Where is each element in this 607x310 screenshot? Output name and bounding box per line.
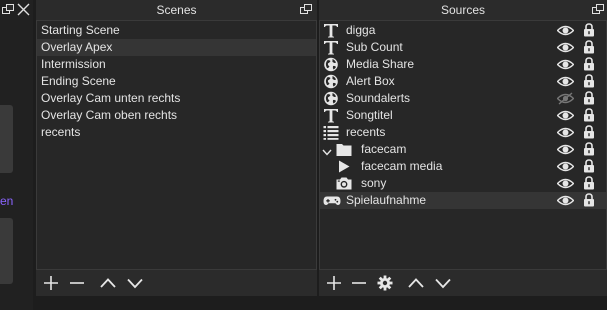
globe-icon <box>323 57 339 72</box>
move-down-icon[interactable] <box>435 275 451 291</box>
lock-icon[interactable] <box>583 23 595 37</box>
source-item-label: Media Share <box>346 57 415 71</box>
eye-icon[interactable] <box>556 58 575 71</box>
source-item[interactable]: facecam <box>320 141 606 158</box>
scene-item[interactable]: Starting Scene <box>37 22 316 39</box>
eye-icon[interactable] <box>556 109 575 122</box>
scenes-toolbar <box>36 270 317 296</box>
add-icon[interactable] <box>326 275 342 291</box>
globe-icon <box>323 74 339 89</box>
source-item[interactable]: digga <box>320 22 606 39</box>
lock-icon[interactable] <box>583 108 595 122</box>
lock-icon[interactable] <box>583 125 595 139</box>
gear-icon[interactable] <box>377 275 393 291</box>
left-dock-strip: en <box>0 0 33 310</box>
lock-icon[interactable] <box>583 159 595 173</box>
left-panel-card <box>0 218 13 284</box>
lock-icon[interactable] <box>583 193 595 207</box>
sources-toolbar <box>319 270 607 296</box>
scene-item[interactable]: recents <box>37 124 316 141</box>
lock-icon[interactable] <box>583 57 595 71</box>
scene-item-label: Intermission <box>41 57 106 71</box>
eye-icon[interactable] <box>556 160 575 173</box>
eye-icon[interactable] <box>556 24 575 37</box>
scene-item-label: Overlay Cam unten rechts <box>41 91 181 105</box>
float-dock-icon[interactable] <box>2 4 14 15</box>
eye-icon[interactable] <box>556 177 575 190</box>
source-item[interactable]: Spielaufnahme <box>320 192 606 209</box>
lock-icon[interactable] <box>583 74 595 88</box>
scenes-list[interactable]: Starting Scene Overlay Apex Intermission En… <box>36 20 317 270</box>
source-item-label: sony <box>361 176 387 190</box>
text-icon <box>323 108 339 123</box>
scene-item-label: Overlay Apex <box>41 40 113 54</box>
scene-item-label: Ending Scene <box>41 74 116 88</box>
scenes-dock-header: Scenes <box>36 0 317 20</box>
left-panel-card <box>0 105 13 173</box>
move-down-icon[interactable] <box>127 275 143 291</box>
source-item[interactable]: Soundalerts <box>320 90 606 107</box>
play-icon <box>336 159 352 174</box>
lock-icon[interactable] <box>583 176 595 190</box>
source-item-label: digga <box>346 23 376 37</box>
float-dock-icon[interactable] <box>592 4 604 15</box>
source-item-label: Sub Count <box>346 40 403 54</box>
text-icon <box>323 40 339 55</box>
source-item[interactable]: Sub Count <box>320 39 606 56</box>
scene-item[interactable]: Overlay Cam unten rechts <box>37 90 316 107</box>
sources-list[interactable]: digga Sub Count Media Share Alert Box Sounda… <box>319 20 607 270</box>
text-icon <box>323 23 339 38</box>
source-item-label: Soundalerts <box>346 91 411 105</box>
scene-item[interactable]: Intermission <box>37 56 316 73</box>
eye-icon[interactable] <box>556 194 575 207</box>
lock-icon[interactable] <box>583 40 595 54</box>
eye-icon[interactable] <box>556 75 575 88</box>
source-item[interactable]: Alert Box <box>320 73 606 90</box>
list-icon <box>323 125 339 140</box>
source-item-label: Spielaufnahme <box>346 193 427 207</box>
float-dock-icon[interactable] <box>300 4 312 15</box>
add-icon[interactable] <box>43 275 59 291</box>
source-item-label: Alert Box <box>346 74 395 88</box>
source-item[interactable]: sony <box>320 175 606 192</box>
lock-icon[interactable] <box>583 142 595 156</box>
scene-item-label: Overlay Cam oben rechts <box>41 108 178 122</box>
sources-title: Sources <box>440 3 486 17</box>
folder-icon <box>336 142 352 157</box>
globe-icon <box>323 91 339 106</box>
move-up-icon[interactable] <box>408 275 424 291</box>
source-item[interactable]: Media Share <box>320 56 606 73</box>
remove-icon[interactable] <box>69 275 85 291</box>
source-item-label: facecam media <box>361 159 443 173</box>
scene-item[interactable]: Overlay Apex <box>37 39 316 56</box>
scene-item[interactable]: Ending Scene <box>37 73 316 90</box>
move-up-icon[interactable] <box>100 275 116 291</box>
remove-icon[interactable] <box>351 275 367 291</box>
gamepad-icon <box>323 193 341 208</box>
eye-hidden-icon[interactable] <box>556 92 575 105</box>
scene-item[interactable]: Overlay Cam oben rechts <box>37 107 316 124</box>
eye-icon[interactable] <box>556 143 575 156</box>
eye-icon[interactable] <box>556 126 575 139</box>
source-item-label: facecam <box>361 142 407 156</box>
source-item[interactable]: Songtitel <box>320 107 606 124</box>
scene-item-label: recents <box>41 125 81 139</box>
scenes-title: Scenes <box>156 3 197 17</box>
lock-icon[interactable] <box>583 91 595 105</box>
source-item[interactable]: recents <box>320 124 606 141</box>
source-item-label: Songtitel <box>346 108 393 122</box>
chevron-down-icon[interactable] <box>322 145 332 156</box>
close-dock-icon[interactable] <box>17 3 30 16</box>
sources-dock-header: Sources <box>319 0 607 20</box>
source-item-label: recents <box>346 125 386 139</box>
camera-icon <box>336 176 352 191</box>
left-link-fragment[interactable]: en <box>0 194 14 208</box>
eye-icon[interactable] <box>556 41 575 54</box>
source-item[interactable]: facecam media <box>320 158 606 175</box>
scene-item-label: Starting Scene <box>41 23 120 37</box>
